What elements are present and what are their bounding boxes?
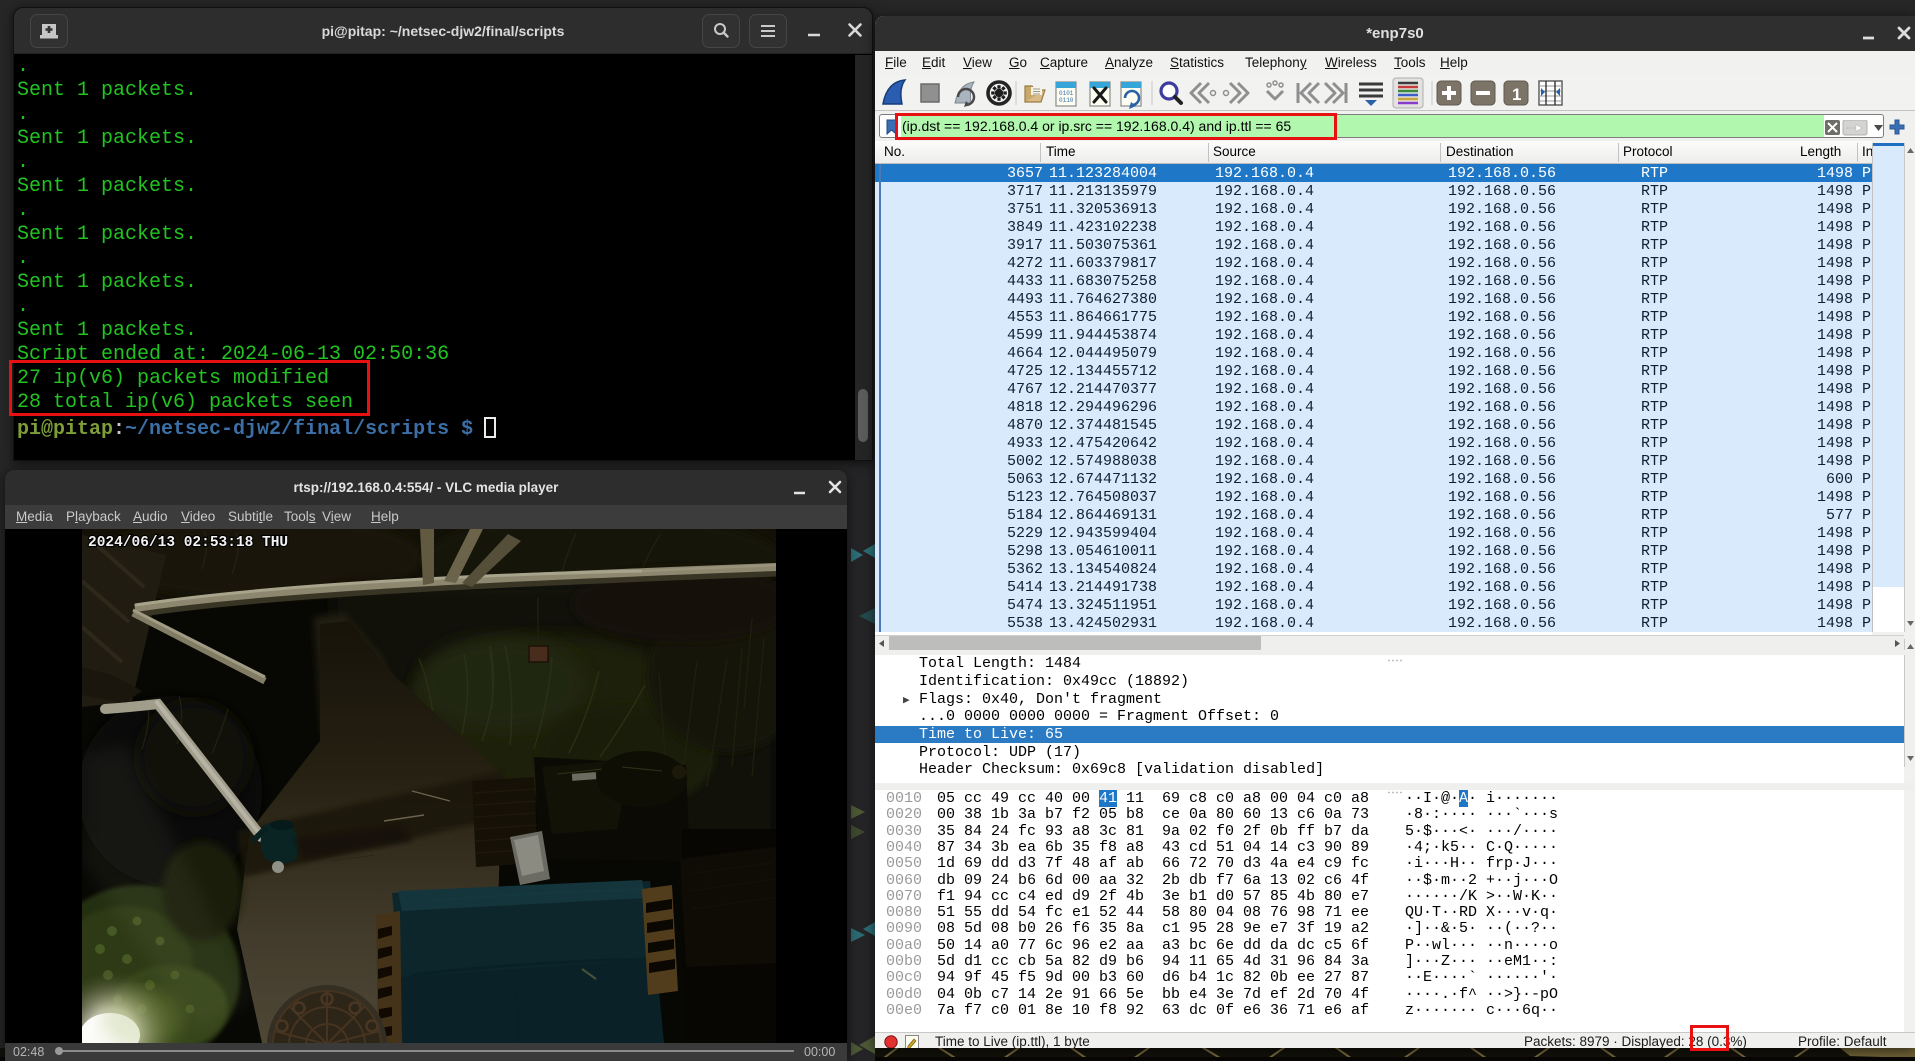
svg-text:0101: 0101	[1059, 90, 1074, 97]
svg-text:0110: 0110	[1059, 97, 1074, 104]
svg-text:2024/06/13 02:53:18 THU: 2024/06/13 02:53:18 THU	[88, 535, 288, 551]
svg-text:1: 1	[1512, 85, 1521, 104]
